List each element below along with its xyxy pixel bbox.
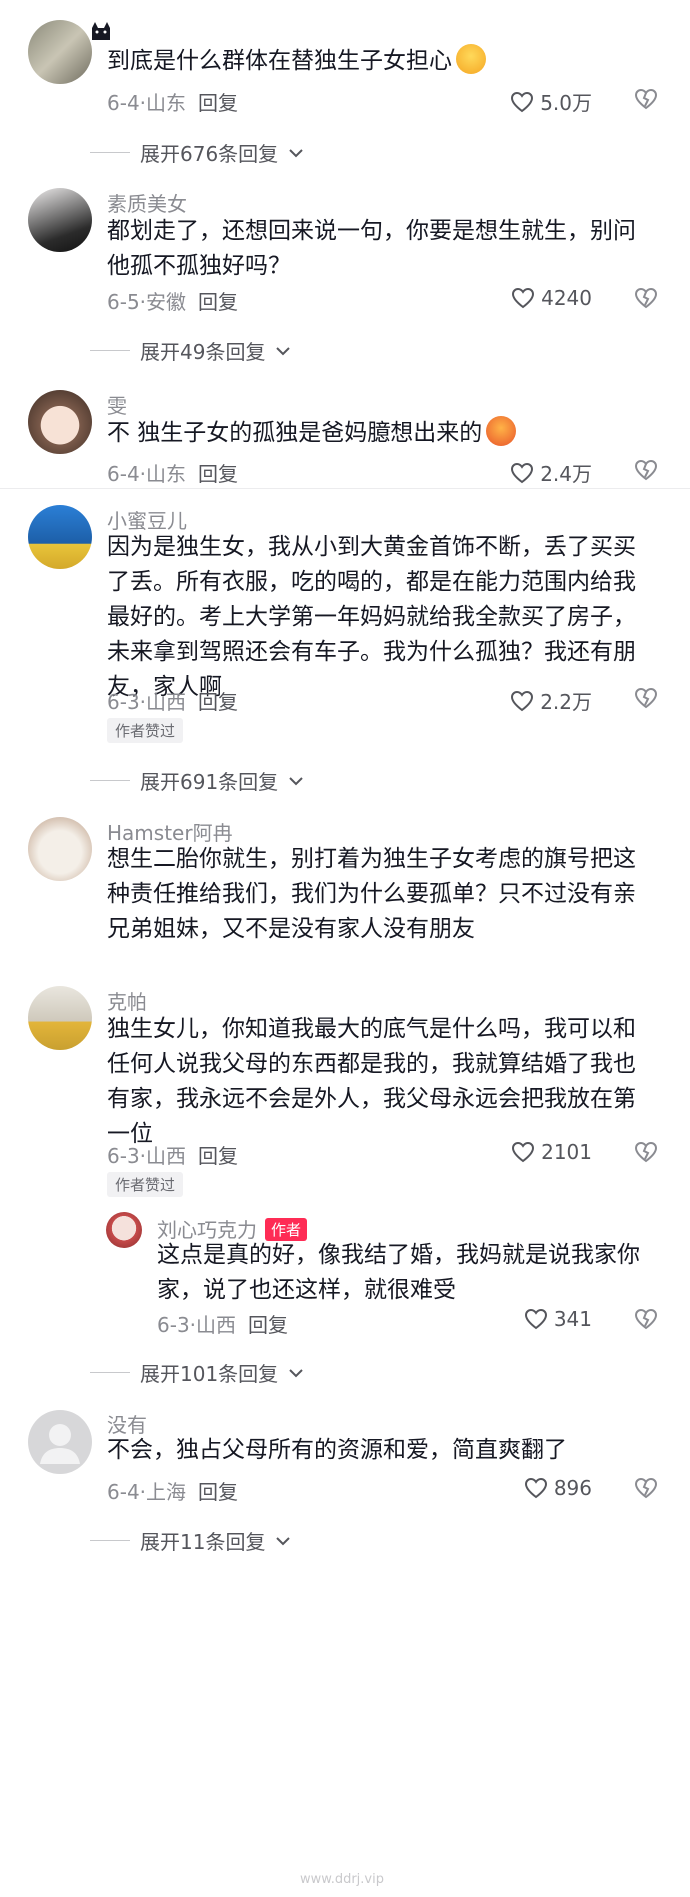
like-button[interactable]: 2101 — [511, 1140, 592, 1164]
avatar[interactable] — [28, 390, 92, 454]
sweat-smile-emoji-icon — [456, 44, 486, 74]
comment-text: 想生二胎你就生，别打着为独生子女考虑的旗号把这种责任推给我们，我们为什么要孤单？… — [107, 846, 636, 942]
like-count: 4240 — [541, 286, 592, 310]
expand-replies[interactable]: 展开49条回复 — [90, 336, 291, 365]
reply-text: 这点是真的好，像我结了婚，我妈就是说我家你家，说了也还这样，就很难受 — [157, 1242, 640, 1303]
comment-meta: 6-4·上海 — [107, 1480, 187, 1504]
reply-button[interactable]: 回复 — [198, 458, 238, 487]
reply-button[interactable]: 回复 — [198, 286, 238, 315]
dislike-icon[interactable] — [634, 88, 658, 110]
like-button[interactable]: 4240 — [511, 286, 592, 310]
divider-line — [90, 152, 130, 153]
comment-text: 都划走了，还想回来说一句，你要是想生就生，别问他孤不孤独好吗？ — [107, 218, 636, 279]
comment-text: 因为是独生女，我从小到大黄金首饰不断，丢了买买了丢。所有衣服，吃的喝的，都是在能… — [107, 534, 636, 700]
chevron-down-icon — [289, 1368, 303, 1377]
comment-meta: 6-4·山东 — [107, 91, 187, 115]
divider-line — [90, 1372, 130, 1373]
expand-replies-label: 展开101条回复 — [140, 1362, 279, 1386]
avatar[interactable] — [28, 188, 92, 252]
expand-replies[interactable]: 展开691条回复 — [90, 766, 304, 795]
expand-replies[interactable]: 展开11条回复 — [90, 1526, 291, 1555]
like-button[interactable]: 2.2万 — [510, 686, 592, 715]
heart-icon — [524, 1308, 547, 1330]
like-button[interactable]: 896 — [524, 1476, 592, 1500]
dislike-icon[interactable] — [634, 1308, 658, 1330]
dislike-icon[interactable] — [634, 687, 658, 709]
username[interactable]: 雯 — [107, 390, 127, 419]
reply-button[interactable]: 回复 — [248, 1309, 288, 1338]
grinning-emoji-icon — [486, 416, 517, 446]
divider-line — [90, 1540, 130, 1541]
chevron-down-icon — [289, 148, 303, 157]
avatar[interactable] — [28, 505, 92, 569]
heart-icon — [524, 1477, 547, 1499]
avatar[interactable] — [28, 20, 92, 84]
reply-button[interactable]: 回复 — [198, 1476, 238, 1505]
chevron-down-icon — [276, 1536, 291, 1545]
heart-icon — [511, 462, 534, 483]
default-user-icon — [40, 1424, 80, 1464]
comment-meta: 6-3·山西 — [107, 690, 187, 714]
like-button[interactable]: 2.4万 — [510, 458, 592, 487]
cat-icon — [92, 22, 110, 40]
heart-icon — [512, 1141, 535, 1163]
avatar[interactable] — [106, 1212, 142, 1248]
expand-replies[interactable]: 展开676条回复 — [90, 138, 304, 167]
expand-replies-label: 展开676条回复 — [140, 142, 279, 166]
comment-meta: 6-5·安徽 — [107, 290, 187, 314]
chevron-down-icon — [276, 346, 291, 355]
comment-text: 不会，独占父母所有的资源和爱，简直爽翻了 — [107, 1437, 567, 1463]
like-count: 2.2万 — [540, 690, 592, 714]
like-button[interactable]: 341 — [524, 1307, 592, 1331]
like-count: 5.0万 — [540, 91, 592, 115]
expand-replies[interactable]: 展开101条回复 — [90, 1358, 304, 1387]
chevron-down-icon — [289, 776, 303, 785]
comment-text: 不 独生子女的孤独是爸妈臆想出来的 — [107, 416, 647, 451]
comment-meta: 6-3·山西 — [107, 1144, 187, 1168]
avatar[interactable] — [28, 986, 92, 1050]
watermark: www.ddrj.vip — [300, 1872, 384, 1887]
comment-text: 到底是什么群体在替独生子女担心 — [107, 44, 647, 79]
like-count: 341 — [553, 1307, 592, 1331]
comment-meta: 6-4·山东 — [107, 462, 187, 486]
username[interactable]: 克帕 — [107, 986, 147, 1015]
heart-icon — [512, 287, 535, 309]
divider-line — [90, 780, 130, 781]
comment-text: 独生女儿，你知道我最大的底气是什么吗，我可以和任何人说我父母的东西都是我的，我就… — [107, 1016, 636, 1147]
avatar[interactable] — [28, 1410, 92, 1474]
dislike-icon[interactable] — [634, 459, 658, 481]
dislike-icon[interactable] — [634, 1141, 658, 1163]
reply-button[interactable]: 回复 — [198, 87, 238, 116]
expand-replies-label: 展开49条回复 — [140, 340, 266, 364]
like-count: 2.4万 — [540, 462, 592, 486]
heart-icon — [511, 91, 534, 112]
reply-button[interactable]: 回复 — [198, 1140, 238, 1169]
expand-replies-label: 展开691条回复 — [140, 770, 279, 794]
avatar[interactable] — [28, 817, 92, 881]
username[interactable]: 素质美女 — [107, 188, 187, 217]
like-count: 896 — [553, 1476, 592, 1500]
author-liked-badge: 作者赞过 — [107, 1172, 184, 1197]
author-liked-badge: 作者赞过 — [107, 718, 184, 743]
reply-meta: 6-3·山西 — [157, 1313, 237, 1337]
like-count: 2101 — [541, 1140, 592, 1164]
section-divider — [0, 488, 690, 489]
expand-replies-label: 展开11条回复 — [140, 1530, 266, 1554]
like-button[interactable]: 5.0万 — [510, 87, 592, 116]
heart-icon — [511, 690, 534, 711]
divider-line — [90, 350, 130, 351]
dislike-icon[interactable] — [634, 287, 658, 309]
reply-button[interactable]: 回复 — [198, 686, 238, 715]
dislike-icon[interactable] — [634, 1477, 658, 1499]
